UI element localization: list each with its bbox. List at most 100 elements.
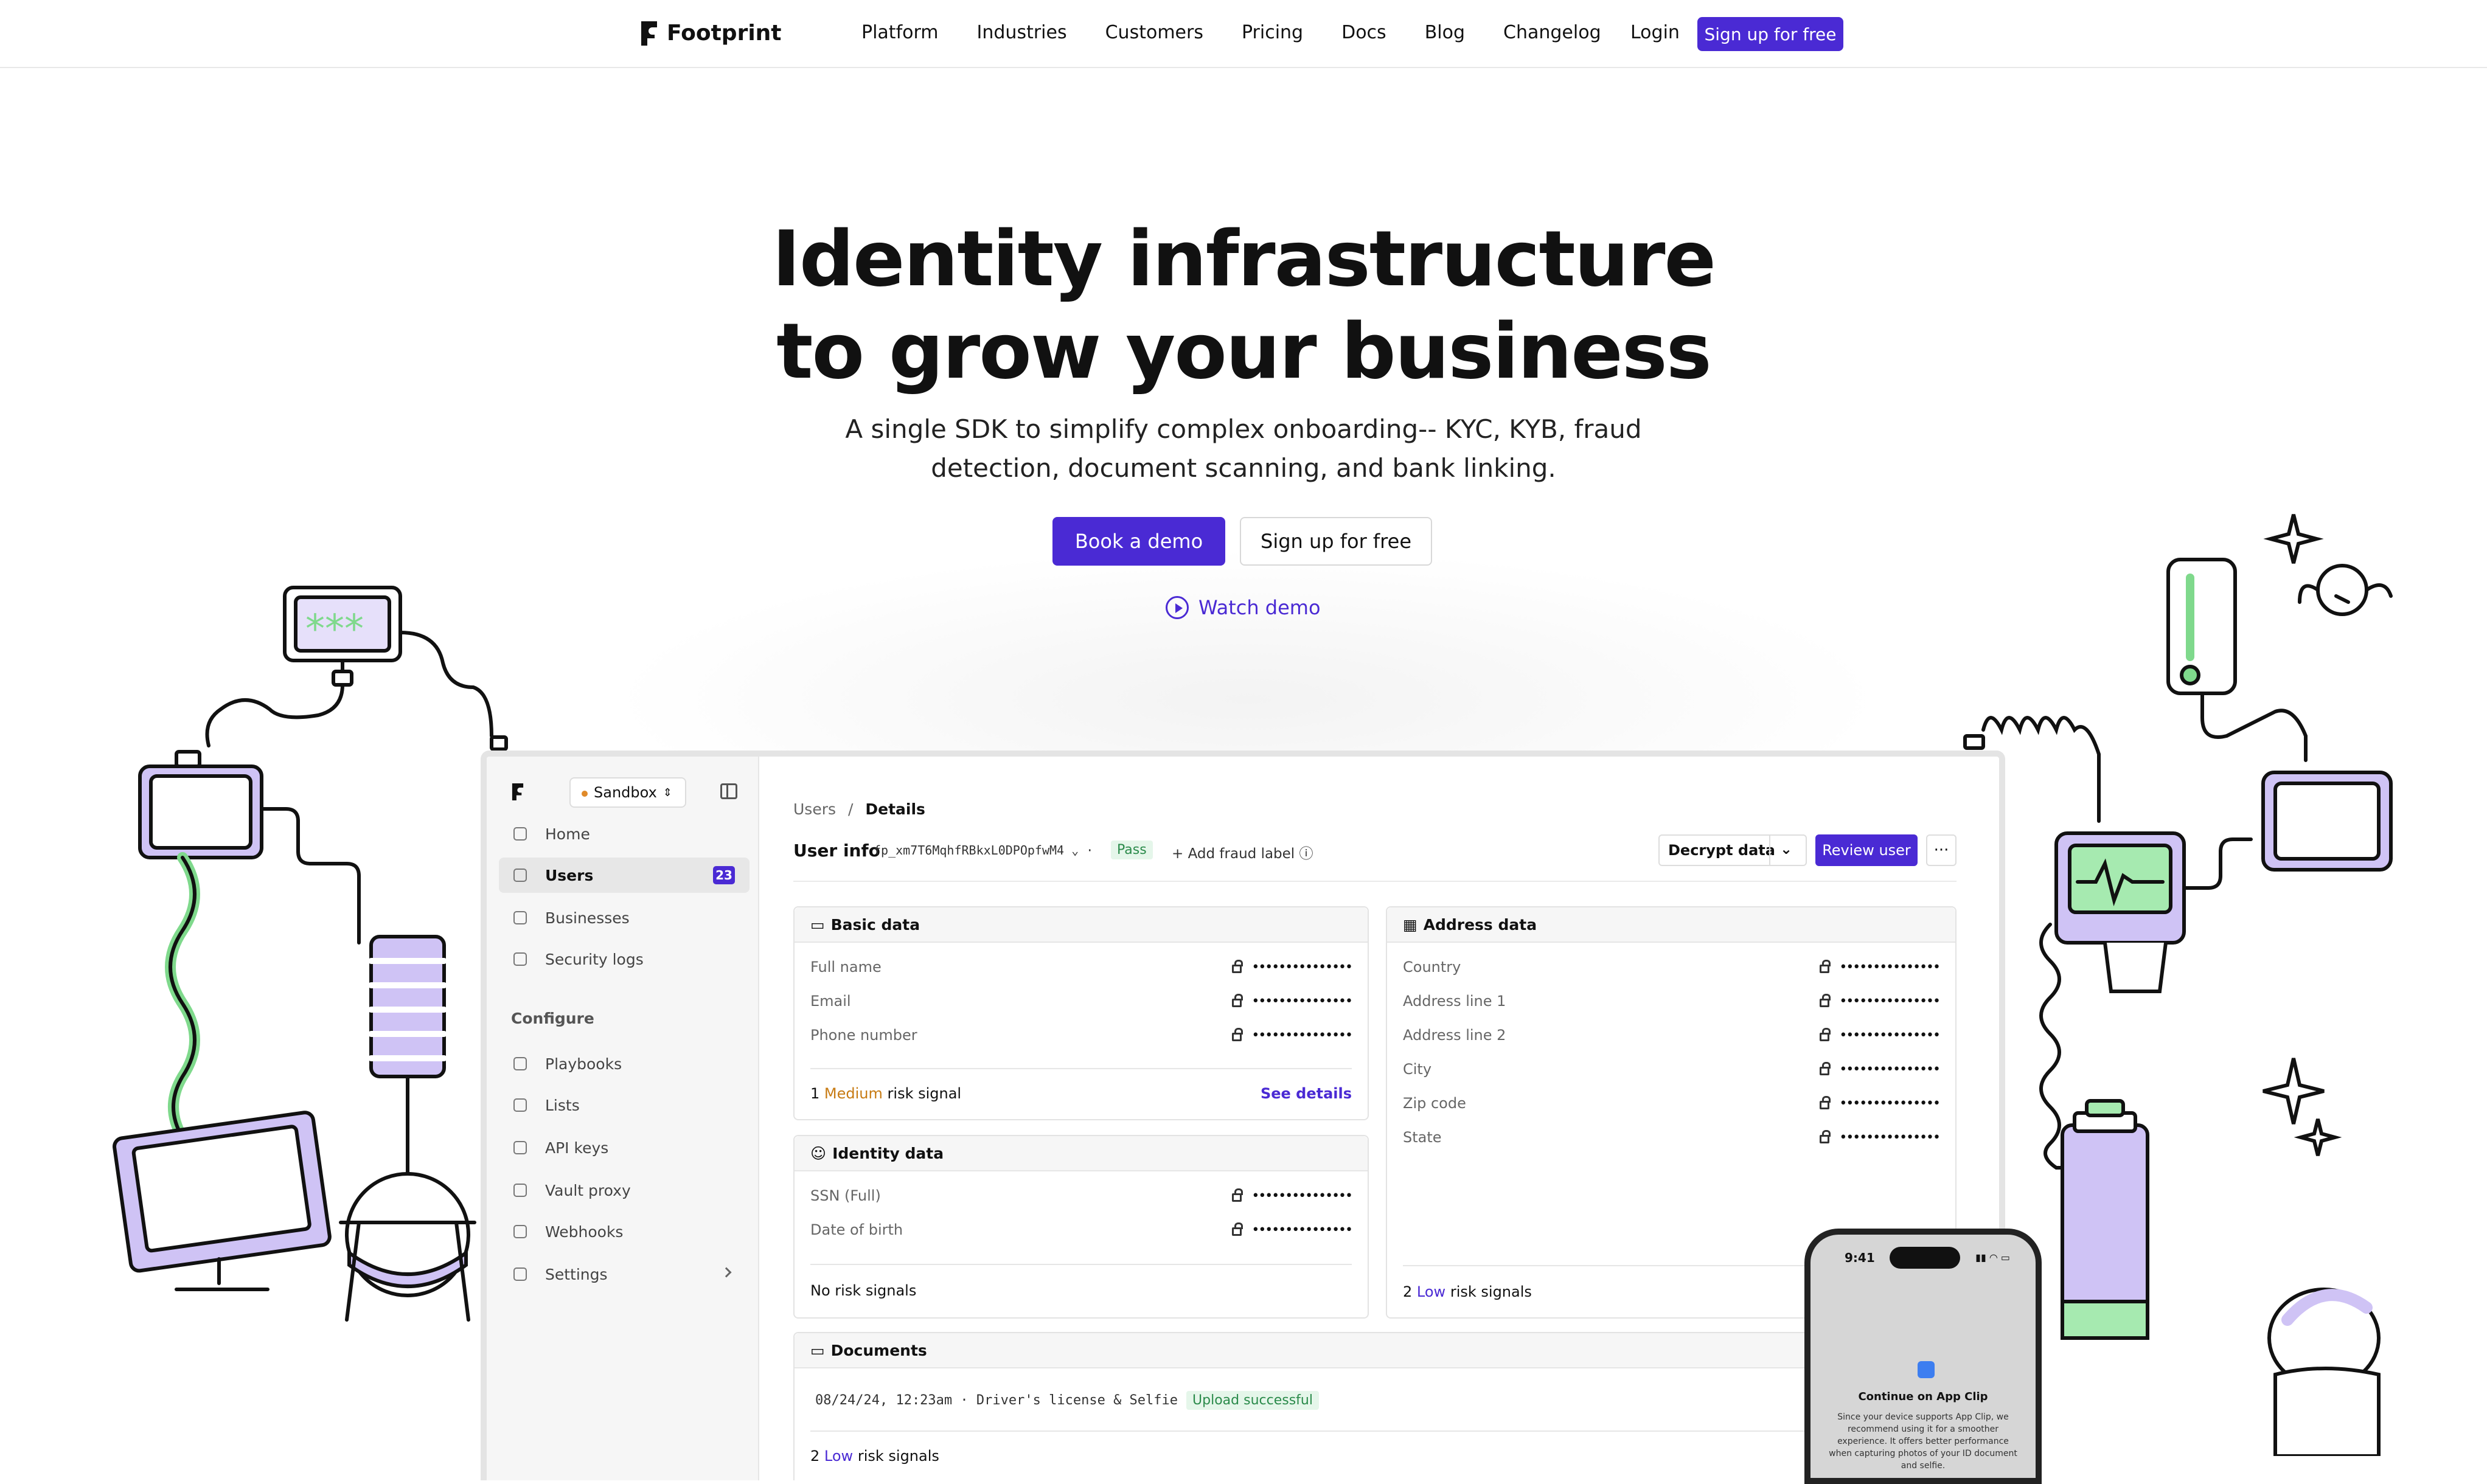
field-city: City •••••••••••••••: [1403, 1057, 1941, 1081]
environment-selector[interactable]: Sandbox ⇕: [569, 777, 686, 808]
decrypt-data-button[interactable]: Decrypt data ⌄: [1658, 834, 1807, 866]
sidebar-item-businesses[interactable]: Businesses: [499, 900, 750, 935]
brand-logo[interactable]: Footprint: [640, 21, 782, 46]
field-country: Country •••••••••••••••: [1403, 955, 1941, 979]
sandbox-dot-icon: [582, 791, 588, 797]
user-id[interactable]: fp_xm7T6MqhfRBkxL0DPOpfwM4 ⌄ ·: [874, 843, 1093, 858]
field-label: SSN (Full): [810, 1187, 881, 1204]
sidebar-toggle-icon[interactable]: [720, 783, 737, 799]
left-illustration: ***: [113, 586, 508, 1322]
documents-risk-summary: 2 Low risk signals: [810, 1448, 1939, 1465]
sidebar-section-configure: Configure: [511, 1010, 594, 1027]
sparkle-icon: [2294, 1118, 2342, 1156]
watch-demo-link[interactable]: Watch demo: [1166, 596, 1321, 619]
field-label: Full name: [810, 959, 882, 976]
book-demo-button[interactable]: Book a demo: [1052, 517, 1225, 566]
divider: [810, 1068, 1352, 1069]
sidebar-item-label: Home: [545, 825, 590, 843]
breadcrumb: Users / Details: [793, 800, 925, 818]
nav-link-docs[interactable]: Docs: [1341, 22, 1386, 43]
masked-value: •••••••••••••••: [1839, 959, 1941, 975]
chevron-down-icon[interactable]: ⌄: [1780, 841, 1792, 858]
field-label: Country: [1403, 959, 1461, 976]
document-entry[interactable]: 08/24/24, 12:23am · Driver's license & S…: [815, 1391, 1319, 1410]
masked-value: •••••••••••••••: [1839, 1095, 1941, 1111]
lock-icon: [1820, 1028, 1831, 1041]
webhook-icon: [513, 1225, 527, 1238]
address-data-header: ▦ Address data: [1387, 907, 1955, 943]
bird-icon: [2316, 564, 2368, 616]
masked-value: •••••••••••••••: [1839, 1129, 1941, 1145]
divider: [793, 881, 1957, 882]
basic-data-card: ▭ Basic data Full name ••••••••••••••• Ema…: [793, 906, 1369, 1120]
decrypt-data-label: Decrypt data: [1668, 842, 1775, 859]
breadcrumb-users[interactable]: Users: [793, 800, 836, 818]
sidebar-item-api-keys[interactable]: API keys: [499, 1130, 750, 1165]
basic-data-header: ▭ Basic data: [795, 907, 1368, 943]
sidebar-item-users[interactable]: Users 23: [499, 858, 750, 893]
nav-link-customers[interactable]: Customers: [1105, 22, 1203, 43]
environment-label: Sandbox: [594, 784, 657, 801]
footprint-logo-icon: [512, 783, 524, 800]
documents-header: ▭ Documents: [795, 1333, 1955, 1368]
sidebar-item-vault-proxy[interactable]: Vault proxy: [499, 1173, 750, 1208]
field-address-line-1: Address line 1 •••••••••••••••: [1403, 989, 1941, 1013]
field-label: City: [1403, 1061, 1432, 1078]
document-entry-text: 08/24/24, 12:23am · Driver's license & S…: [815, 1393, 1178, 1408]
masked-value: •••••••••••••••: [1251, 1188, 1353, 1204]
button-divider: [1769, 836, 1770, 865]
play-icon: [1166, 596, 1189, 619]
nav-link-industries[interactable]: Industries: [977, 22, 1067, 43]
layers-icon: [513, 1184, 527, 1197]
thermometer-icon: [2166, 558, 2237, 695]
hero-title: Identity infrastructure to grow your bus…: [635, 213, 1852, 398]
masked-value: •••••••••••••••: [1251, 959, 1353, 975]
file-icon: [513, 952, 527, 966]
building-icon: ▦: [1403, 915, 1417, 934]
nav-link-changelog[interactable]: Changelog: [1503, 22, 1601, 43]
more-options-button[interactable]: ···: [1926, 834, 1957, 866]
sidebar-item-webhooks[interactable]: Webhooks: [499, 1214, 750, 1249]
sidebar-item-label: Security logs: [545, 950, 644, 968]
info-icon: ⓘ: [1299, 846, 1313, 862]
basic-risk-summary: 1 Medium risk signal See details: [810, 1085, 1352, 1102]
sidebar-item-playbooks[interactable]: Playbooks: [499, 1046, 750, 1081]
hero-signup-button[interactable]: Sign up for free: [1240, 517, 1432, 566]
sidebar-item-settings[interactable]: Settings: [499, 1257, 750, 1292]
sidebar-item-security-logs[interactable]: Security logs: [499, 941, 750, 977]
sparkle-icon: [2263, 1058, 2325, 1125]
nav-signup-button[interactable]: Sign up for free: [1697, 17, 1843, 51]
nav-link-pricing[interactable]: Pricing: [1242, 22, 1303, 43]
nav-link-platform[interactable]: Platform: [861, 22, 939, 43]
documents-title: Documents: [830, 1341, 927, 1359]
phone-time: 9:41: [1845, 1250, 1875, 1265]
signal-battery-icon: ▮▮ ◠ ▭: [1975, 1252, 2010, 1263]
hero-subtitle: A single SDK to simplify complex onboard…: [818, 410, 1669, 488]
basic-data-title: Basic data: [830, 915, 920, 934]
user-id-value: fp_xm7T6MqhfRBkxL0DPOpfwM4: [874, 843, 1065, 858]
lock-icon: [1820, 1062, 1831, 1075]
login-link[interactable]: Login: [1630, 22, 1680, 43]
sidebar-item-lists[interactable]: Lists: [499, 1087, 750, 1123]
sidebar-item-home[interactable]: Home: [499, 816, 750, 851]
masked-value: •••••••••••••••: [1251, 1222, 1353, 1238]
dashboard-preview: Sandbox ⇕ Home Users 23 Businesses Secur…: [481, 751, 2005, 1480]
dashboard-sidebar: Sandbox ⇕ Home Users 23 Businesses Secur…: [487, 757, 759, 1480]
masked-value: •••••••••••••••: [1251, 993, 1353, 1009]
book-icon: [513, 1057, 527, 1070]
watch-demo-label: Watch demo: [1198, 596, 1321, 619]
nav-link-blog[interactable]: Blog: [1425, 22, 1465, 43]
review-user-button[interactable]: Review user: [1815, 834, 1918, 866]
masked-value: •••••••••••••••: [1839, 1061, 1941, 1077]
address-data-title: Address data: [1423, 915, 1537, 934]
top-nav: Footprint Platform Industries Customers …: [0, 0, 2487, 68]
see-details-link[interactable]: See details: [1261, 1085, 1352, 1102]
risk-level: Low: [1416, 1283, 1446, 1300]
sidebar-item-label: Businesses: [545, 909, 630, 927]
lock-icon: [1820, 994, 1831, 1007]
field-state: State •••••••••••••••: [1403, 1125, 1941, 1149]
gear-icon: [513, 1267, 527, 1281]
field-email: Email •••••••••••••••: [810, 989, 1353, 1013]
add-fraud-label-button[interactable]: + Add fraud label ⓘ: [1172, 842, 1313, 862]
chevron-right-icon: [721, 1267, 732, 1278]
